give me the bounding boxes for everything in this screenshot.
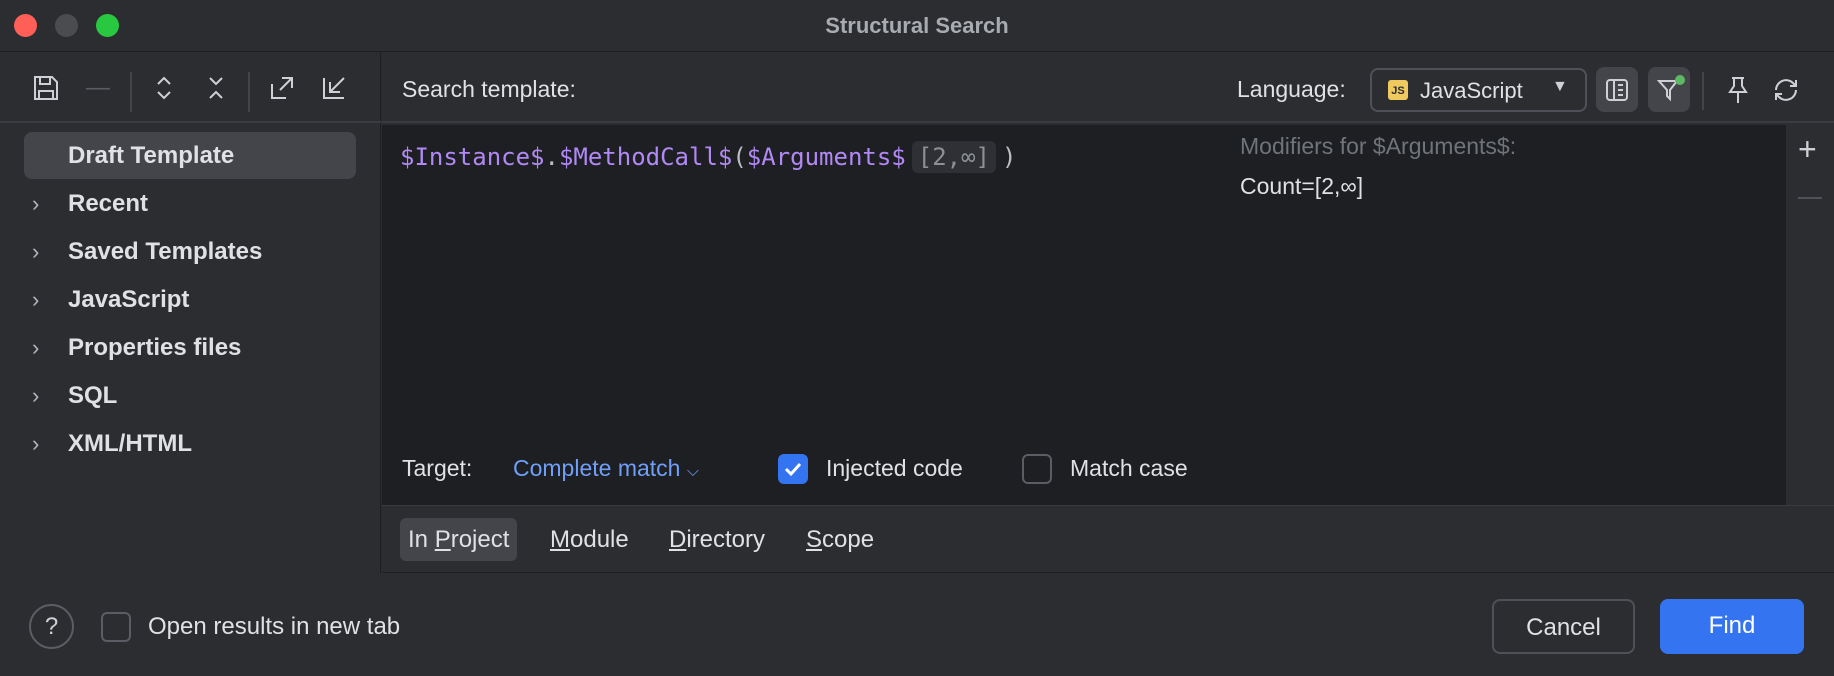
dialog-footer: ? Open results in new tab Cancel Find	[0, 573, 1834, 676]
tree-item-saved-templates[interactable]: › Saved Templates	[24, 228, 356, 275]
tree-item-recent[interactable]: › Recent	[24, 180, 356, 227]
collapse-all-icon[interactable]	[202, 74, 230, 102]
import-icon[interactable]	[320, 74, 348, 102]
injected-code-checkbox[interactable]	[778, 454, 808, 484]
variable-arguments: $Arguments$	[746, 143, 906, 171]
paren: )	[1002, 143, 1017, 171]
tree-item-properties-files[interactable]: › Properties files	[24, 324, 356, 371]
template-code[interactable]: $Instance$.$MethodCall$($Arguments$ [2,∞]…	[400, 141, 1016, 173]
match-case-checkbox[interactable]	[1022, 454, 1052, 484]
filter-active-indicator	[1675, 75, 1685, 85]
chevron-right-icon: ›	[32, 335, 40, 360]
target-label: Target:	[402, 455, 473, 481]
search-template-editor[interactable]: $Instance$.$MethodCall$($Arguments$ [2,∞]…	[382, 125, 1786, 505]
pin-icon[interactable]	[1725, 76, 1751, 109]
toggle-filters-panel-button[interactable]	[1596, 67, 1638, 112]
javascript-icon: JS	[1388, 80, 1408, 100]
paren: (	[732, 143, 747, 171]
find-button[interactable]: Find	[1660, 599, 1804, 654]
filter-button[interactable]	[1648, 67, 1690, 112]
variable-methodcall: $MethodCall$	[558, 143, 733, 171]
refresh-icon[interactable]	[1772, 76, 1800, 109]
modifiers-value[interactable]: Count=[2,∞]	[1240, 173, 1363, 200]
dot: .	[544, 143, 559, 171]
help-button[interactable]: ?	[29, 604, 74, 649]
language-label: Language:	[1237, 76, 1346, 102]
tree-item-xml-html[interactable]: › XML/HTML	[24, 420, 356, 467]
injected-code-label: Injected code	[826, 455, 963, 481]
tree-item-draft-template[interactable]: Draft Template	[24, 132, 356, 179]
target-dropdown[interactable]: Complete match ⌵	[513, 455, 699, 482]
cancel-button[interactable]: Cancel	[1492, 599, 1635, 654]
expand-all-icon[interactable]	[150, 74, 178, 102]
tree-label: SQL	[68, 382, 118, 409]
variable-instance: $Instance$	[400, 143, 545, 171]
scope-tab-directory[interactable]: Directory	[661, 518, 773, 561]
scope-tab-scope[interactable]: Scope	[798, 518, 882, 561]
match-case-label: Match case	[1070, 455, 1188, 481]
remove-icon[interactable]: —	[84, 74, 112, 102]
chevron-right-icon: ›	[32, 191, 40, 216]
chevron-right-icon: ›	[32, 287, 40, 312]
sidebar-toolbar: —	[0, 52, 381, 123]
checkmark-icon	[784, 462, 802, 477]
modifiers-title: Modifiers for $Arguments$:	[1240, 133, 1517, 159]
tree-label: Properties files	[68, 334, 242, 361]
remove-modifier-icon[interactable]	[1798, 197, 1822, 199]
tree-item-javascript[interactable]: › JavaScript	[24, 276, 356, 323]
chevron-right-icon: ›	[32, 431, 40, 456]
scope-selector: In Project Module Directory Scope	[382, 505, 1834, 573]
window-title: Structural Search	[825, 13, 1009, 38]
panel-icon	[1606, 79, 1628, 101]
tree-label: JavaScript	[68, 286, 190, 313]
export-icon[interactable]	[268, 74, 296, 102]
search-template-label: Search template:	[402, 76, 576, 102]
count-badge[interactable]: [2,∞]	[911, 141, 996, 173]
search-header: Search template: Language: JS JavaScript…	[382, 52, 1834, 123]
title-bar: Structural Search	[0, 0, 1834, 52]
template-sidebar: — Draft Template › Recent › Saved Template…	[0, 52, 381, 573]
open-new-tab-label: Open results in new tab	[148, 613, 401, 640]
target-value: Complete match	[513, 455, 681, 481]
tree-label: XML/HTML	[68, 430, 192, 457]
tree-label: Draft Template	[68, 142, 235, 169]
open-new-tab-checkbox[interactable]	[101, 612, 131, 642]
tree-label: Recent	[68, 190, 149, 217]
scope-tab-project[interactable]: In Project	[400, 518, 518, 561]
language-value: JavaScript	[1420, 78, 1523, 103]
add-modifier-icon[interactable]: +	[1798, 133, 1817, 165]
chevron-down-icon: ⌵	[686, 463, 699, 480]
tree-label: Saved Templates	[68, 238, 263, 265]
language-dropdown[interactable]: JS JavaScript ▼	[1370, 68, 1587, 112]
chevron-right-icon: ›	[32, 239, 40, 264]
tree-item-sql[interactable]: › SQL	[24, 372, 356, 419]
save-icon[interactable]	[32, 74, 60, 102]
chevron-right-icon: ›	[32, 383, 40, 408]
dropdown-arrow-icon: ▼	[1552, 78, 1568, 95]
scope-tab-module[interactable]: Module	[542, 518, 637, 561]
modifiers-gutter: +	[1786, 125, 1834, 505]
